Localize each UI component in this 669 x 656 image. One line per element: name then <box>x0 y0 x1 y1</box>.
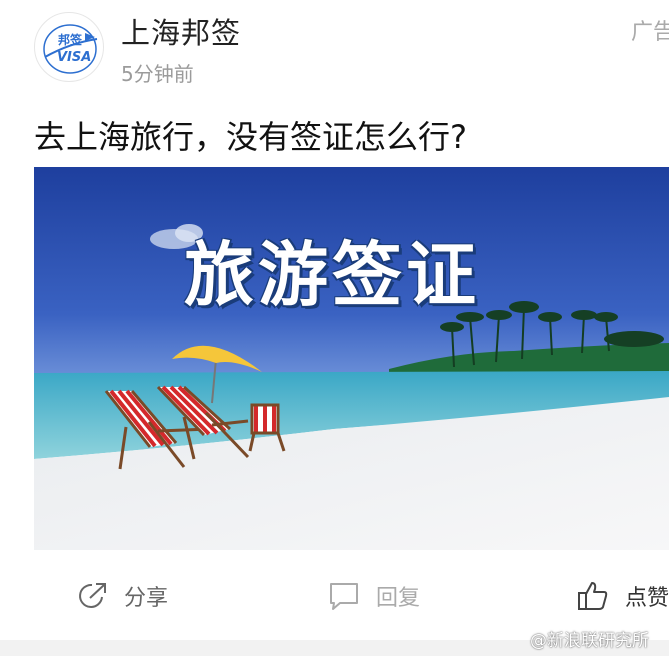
comment-icon <box>330 583 358 610</box>
share-label: 分享 <box>124 586 169 611</box>
share-button[interactable]: 分享 <box>78 576 168 616</box>
share-icon <box>79 583 106 608</box>
watermark: @新浪联研究所 <box>530 631 649 651</box>
feed-card: 邦签 VISA 上海邦签 5分钟前 广告 去上海旅行，没有签证怎么行? 旅游签证… <box>0 0 669 656</box>
visa-logo-icon: 邦签 VISA <box>43 24 98 74</box>
account-name[interactable]: 上海邦签 <box>121 10 241 52</box>
like-label: 点赞 <box>625 586 669 611</box>
post-title[interactable]: 去上海旅行，没有签证怎么行? <box>34 112 467 158</box>
post-timestamp: 5分钟前 <box>121 62 194 86</box>
svg-text:VISA: VISA <box>57 50 91 65</box>
svg-text:邦签: 邦签 <box>58 32 83 47</box>
image-caption: 旅游签证 <box>184 234 480 316</box>
reply-button[interactable]: 回复 <box>328 576 420 616</box>
like-button[interactable]: 点赞 <box>577 576 669 616</box>
thumbs-up-icon <box>578 582 608 610</box>
ad-badge: 广告 <box>631 20 669 45</box>
account-avatar[interactable]: 邦签 VISA <box>34 12 104 82</box>
post-image[interactable]: 旅游签证 <box>34 167 669 550</box>
reply-label: 回复 <box>376 586 421 611</box>
